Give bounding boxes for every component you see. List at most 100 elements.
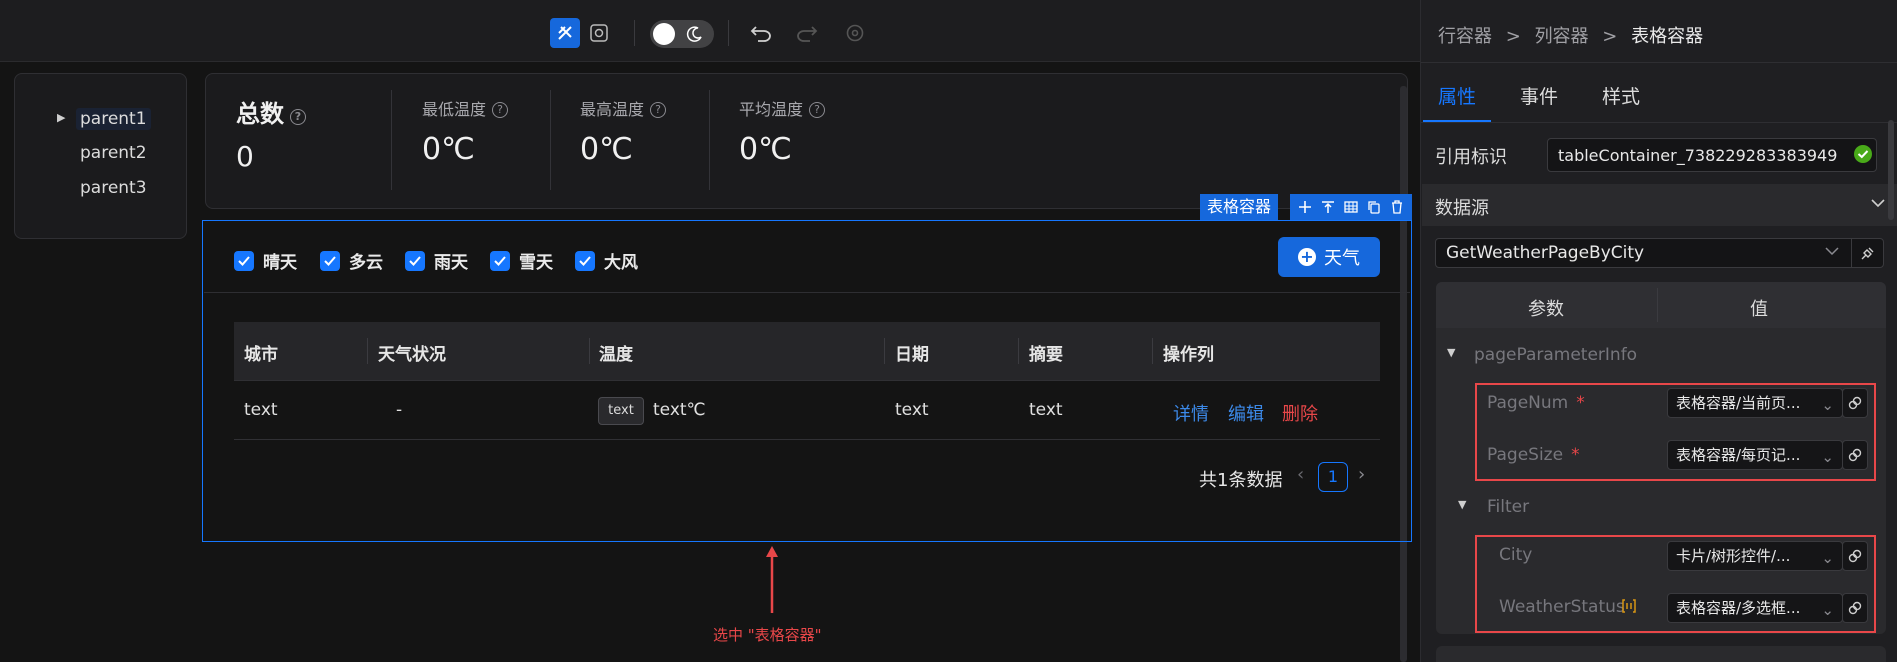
chain-link-icon	[1848, 448, 1862, 462]
breadcrumb-item[interactable]: 行容器	[1438, 26, 1492, 47]
filter-checkbox-rainy[interactable]: 雨天	[405, 248, 468, 273]
caret-right-icon[interactable]: ▶	[57, 111, 65, 124]
breadcrumb-item[interactable]: 列容器	[1535, 26, 1589, 47]
preview-icon[interactable]	[584, 18, 614, 48]
chevron-down-icon	[1825, 247, 1839, 256]
filter-checkbox-snowy[interactable]: 雪天	[490, 248, 553, 273]
required-mark: *	[1576, 393, 1585, 413]
param-link-button[interactable]	[1842, 440, 1868, 470]
table-icon[interactable]	[1344, 200, 1358, 214]
filter-checkbox-cloudy[interactable]: 多云	[320, 248, 383, 273]
checkbox-checked-icon	[234, 250, 254, 271]
params-header-divider	[1657, 288, 1658, 322]
params-header	[1436, 282, 1886, 328]
param-value: 卡片/树形控件/...	[1676, 547, 1791, 565]
column-header-actions[interactable]: 操作列	[1163, 340, 1214, 365]
ref-value: tableContainer_738229283383949	[1558, 145, 1838, 165]
param-weather-status: WeatherStatus	[1499, 597, 1625, 617]
param-weather-status-select[interactable]: 表格容器/多选框... ⌄	[1667, 593, 1843, 623]
param-link-button[interactable]	[1842, 388, 1868, 418]
tab-styles[interactable]: 样式	[1602, 82, 1640, 109]
chevron-down-icon: ⌄	[1821, 448, 1834, 466]
help-icon[interactable]: ?	[290, 109, 306, 125]
param-pagesize: PageSize *	[1487, 445, 1580, 465]
datasource-link-button[interactable]	[1851, 238, 1884, 268]
delete-link[interactable]: 删除	[1282, 400, 1318, 426]
tree-item-parent2[interactable]: parent2	[80, 143, 147, 163]
ref-input[interactable]: tableContainer_738229283383949	[1547, 138, 1877, 172]
chevron-down-icon[interactable]	[1871, 198, 1885, 208]
stat-avg-value: 0℃	[739, 132, 792, 167]
redo-icon[interactable]	[792, 18, 822, 48]
copy-icon[interactable]	[1367, 200, 1381, 214]
theme-toggle[interactable]	[650, 20, 714, 48]
filter-checkbox-sunny[interactable]: 晴天	[234, 248, 297, 273]
help-icon[interactable]: ?	[809, 102, 826, 118]
column-header-status[interactable]: 天气状况	[378, 340, 446, 365]
column-divider	[1152, 338, 1153, 364]
stat-total-title: 总数?	[236, 94, 306, 129]
column-header-temp[interactable]: 温度	[599, 340, 633, 365]
cell-date: text	[895, 400, 929, 420]
datasource-value: GetWeatherPageByCity	[1446, 243, 1645, 263]
chevron-down-icon: ⌄	[1821, 601, 1834, 619]
prev-page-icon[interactable]: ‹	[1297, 464, 1304, 485]
ref-label: 引用标识	[1435, 147, 1507, 168]
param-link-button[interactable]	[1842, 593, 1868, 623]
column-divider	[367, 338, 368, 364]
help-icon[interactable]: ?	[492, 102, 509, 118]
stat-divider	[391, 90, 392, 190]
required-mark: *	[1571, 445, 1580, 465]
param-pagenum-select[interactable]: 表格容器/当前页... ⌄	[1667, 388, 1843, 418]
help-icon[interactable]: ?	[650, 102, 667, 118]
top-toolbar	[0, 0, 1420, 62]
tab-properties[interactable]: 属性	[1438, 82, 1476, 109]
array-type-icon	[1622, 599, 1636, 613]
undo-icon[interactable]	[746, 18, 776, 48]
column-divider	[884, 338, 885, 364]
design-mode-icon[interactable]	[550, 18, 580, 48]
caret-down-icon[interactable]: ▼	[1447, 346, 1455, 359]
next-page-icon[interactable]: ›	[1358, 464, 1365, 485]
caret-down-icon[interactable]: ▼	[1458, 498, 1466, 511]
pagination-total: 共1条数据	[1199, 470, 1283, 491]
datasource-select[interactable]: GetWeatherPageByCity	[1435, 238, 1867, 268]
detail-link[interactable]: 详情	[1173, 400, 1209, 426]
datasource-section-header[interactable]	[1422, 184, 1897, 226]
add-weather-button[interactable]: + 天气	[1278, 237, 1380, 277]
chain-link-icon	[1848, 601, 1862, 615]
history-icon[interactable]	[840, 18, 870, 48]
annotation-text: 选中 "表格容器"	[713, 626, 822, 644]
stat-max-title: 最高温度?	[580, 96, 667, 120]
link-icon	[1861, 247, 1874, 260]
move-top-icon[interactable]	[1321, 200, 1335, 214]
panel-scrollbar[interactable]	[1888, 120, 1894, 220]
selection-label: 表格容器	[1200, 194, 1279, 220]
page-number-button[interactable]: 1	[1318, 462, 1348, 492]
filter-label: 雨天	[434, 253, 468, 273]
column-header-city[interactable]: 城市	[244, 340, 278, 365]
toggle-knob	[653, 23, 675, 45]
param-link-button[interactable]	[1842, 541, 1868, 571]
annotation-arrow-icon	[766, 546, 778, 613]
column-header-date[interactable]: 日期	[895, 340, 929, 365]
param-value: 表格容器/多选框...	[1676, 599, 1801, 617]
delete-icon[interactable]	[1390, 200, 1404, 214]
selection-tools	[1290, 194, 1412, 220]
param-city-select[interactable]: 卡片/树形控件/... ⌄	[1667, 541, 1843, 571]
filter-label: 大风	[604, 253, 638, 273]
cell-summary: text	[1029, 400, 1063, 420]
tree-item-parent1[interactable]: parent1	[76, 108, 151, 130]
filter-label: 雪天	[519, 253, 553, 273]
tab-events[interactable]: 事件	[1520, 82, 1558, 109]
filter-divider	[204, 292, 1410, 293]
tree-item-parent3[interactable]: parent3	[80, 178, 147, 198]
checkbox-checked-icon	[320, 250, 340, 271]
filter-checkbox-windy[interactable]: 大风	[575, 248, 638, 273]
add-icon[interactable]	[1298, 200, 1312, 214]
checkbox-checked-icon	[490, 250, 510, 271]
table-container[interactable]	[202, 220, 1412, 542]
column-header-summary[interactable]: 摘要	[1029, 340, 1063, 365]
param-pagesize-select[interactable]: 表格容器/每页记... ⌄	[1667, 440, 1843, 470]
edit-link[interactable]: 编辑	[1228, 400, 1264, 426]
